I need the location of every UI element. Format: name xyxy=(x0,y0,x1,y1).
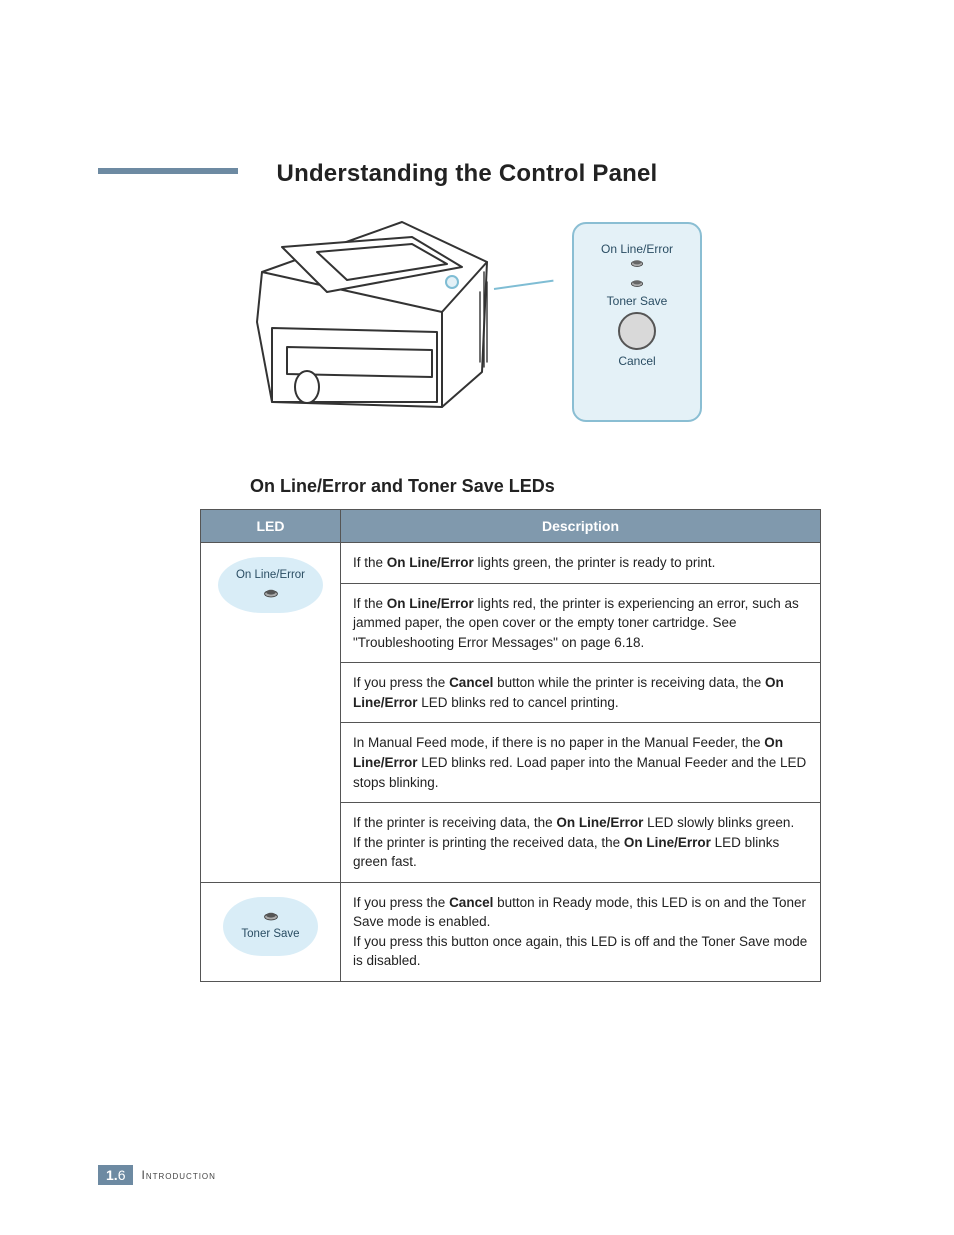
online-error-icon-cell: On Line/Error xyxy=(201,543,341,883)
cancel-button-icon xyxy=(618,312,656,350)
table-row: Toner Save If you press the Cancel butto… xyxy=(201,882,821,981)
desc-cell: If you press the Cancel button in Ready … xyxy=(341,882,821,981)
desc-cell: If the printer is receiving data, the On… xyxy=(341,803,821,883)
led-table: LED Description On Line/Error If the On … xyxy=(200,509,821,982)
col-desc: Description xyxy=(341,510,821,543)
online-error-badge: On Line/Error xyxy=(218,557,323,613)
control-panel-detail: On Line/Error Toner Save Cancel xyxy=(572,222,702,422)
page-number-tab: 1.6 xyxy=(98,1165,133,1185)
desc-cell: If the On Line/Error lights red, the pri… xyxy=(341,583,821,663)
col-led: LED xyxy=(201,510,341,543)
chapter-label: Introduction xyxy=(141,1168,215,1182)
table-header-row: LED Description xyxy=(201,510,821,543)
panel-led2-label: Toner Save xyxy=(580,294,694,308)
header-rule xyxy=(98,168,238,174)
panel-led1-label: On Line/Error xyxy=(580,242,694,256)
section-heading: On Line/Error and Toner Save LEDs xyxy=(100,476,834,497)
toner-save-led-icon xyxy=(630,278,644,288)
page-footer: 1.6 Introduction xyxy=(98,1165,216,1185)
document-page: Understanding the Control Panel On Line/… xyxy=(0,0,954,1235)
online-error-led-icon xyxy=(630,258,644,268)
toner-save-icon-cell: Toner Save xyxy=(201,882,341,981)
desc-cell: If the On Line/Error lights green, the p… xyxy=(341,543,821,584)
toner-save-badge-label: Toner Save xyxy=(241,928,299,940)
control-panel-illustration: On Line/Error Toner Save Cancel xyxy=(232,202,702,452)
page-title: Understanding the Control Panel xyxy=(100,160,834,188)
toner-save-badge: Toner Save xyxy=(223,897,317,957)
panel-button-label: Cancel xyxy=(580,354,694,368)
led-icon xyxy=(263,587,279,599)
desc-cell: In Manual Feed mode, if there is no pape… xyxy=(341,723,821,803)
desc-cell: If you press the Cancel button while the… xyxy=(341,663,821,723)
online-error-badge-label: On Line/Error xyxy=(236,569,305,581)
table-row: On Line/Error If the On Line/Error light… xyxy=(201,543,821,584)
printer-icon xyxy=(232,202,522,442)
led-icon xyxy=(263,910,279,922)
